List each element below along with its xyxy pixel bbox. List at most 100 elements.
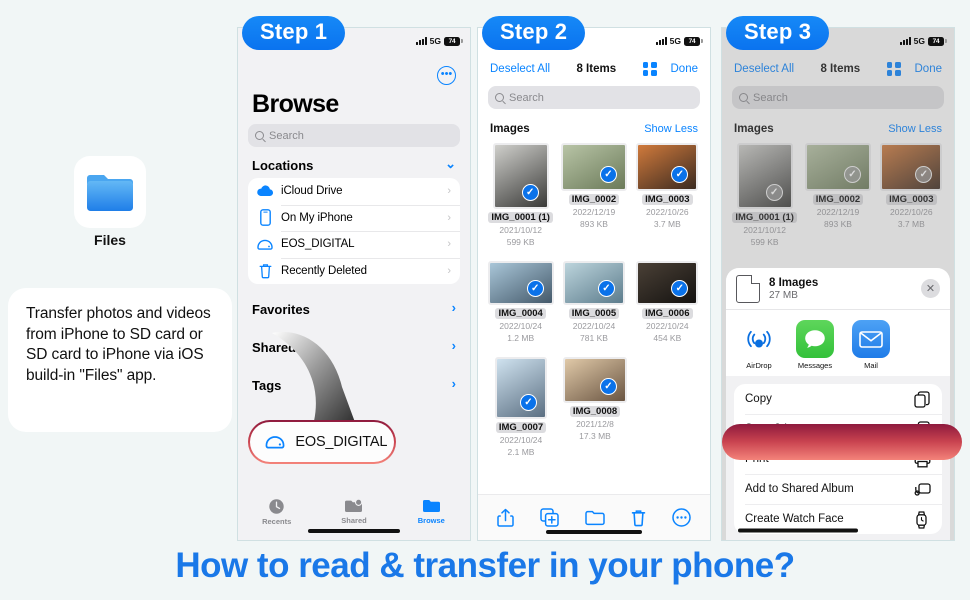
thumbnail-image[interactable]: ✓ bbox=[562, 261, 625, 305]
selected-checkmark-icon[interactable]: ✓ bbox=[526, 280, 544, 297]
eos-digital-highlight[interactable]: EOS_DIGITAL bbox=[248, 420, 396, 464]
external-drive-icon bbox=[256, 235, 274, 253]
share-app-label: Mail bbox=[864, 361, 878, 370]
share-app-airdrop[interactable]: AirDrop bbox=[738, 320, 780, 370]
chevron-down-icon[interactable]: ⌄ bbox=[445, 156, 456, 172]
file-thumbnail-item[interactable]: ✓ IMG_0002 2022/12/19 893 KB bbox=[557, 143, 630, 247]
home-indicator bbox=[546, 530, 642, 534]
chevron-right-icon[interactable]: › bbox=[452, 300, 456, 315]
file-date: 2022/12/19 bbox=[572, 207, 616, 217]
file-date: 2022/10/24 bbox=[646, 321, 689, 331]
grid-view-icon[interactable] bbox=[642, 62, 657, 76]
chevron-right-icon[interactable]: › bbox=[452, 376, 456, 391]
items-count-label: 8 Items bbox=[576, 63, 617, 75]
sidebar-item-icloud-drive[interactable]: iCloud Drive › bbox=[248, 178, 460, 205]
file-name: IMG_0004 bbox=[495, 308, 546, 319]
file-size: 893 KB bbox=[580, 219, 608, 229]
search-placeholder: Search bbox=[269, 129, 304, 142]
tab-shared[interactable]: Shared bbox=[315, 498, 392, 525]
file-thumbnail-item[interactable]: ✓ IMG_0005 2022/10/24 781 KB bbox=[557, 261, 630, 343]
airdrop-icon bbox=[740, 320, 778, 358]
selected-checkmark-icon[interactable]: ✓ bbox=[520, 394, 537, 411]
selected-checkmark-icon[interactable]: ✓ bbox=[599, 166, 617, 183]
more-options-button[interactable]: ••• bbox=[437, 66, 456, 85]
iphone-icon bbox=[256, 209, 274, 227]
file-size: 2.1 MB bbox=[507, 447, 535, 457]
file-size: 3.7 MB bbox=[653, 219, 681, 229]
share-sheet-header: 8 Images 27 MB ✕ bbox=[726, 268, 950, 310]
file-name: IMG_0007 bbox=[495, 422, 547, 433]
file-thumbnail-item[interactable]: ✓ IMG_0007 2022/10/24 2.1 MB bbox=[484, 357, 558, 457]
done-button[interactable]: Done bbox=[671, 63, 699, 75]
thumbnail-image[interactable]: ✓ bbox=[636, 261, 699, 305]
selected-checkmark-icon[interactable]: ✓ bbox=[521, 184, 539, 201]
file-name: IMG_0008 bbox=[569, 406, 621, 417]
search-input[interactable]: Search bbox=[488, 86, 700, 109]
chevron-right-icon: › bbox=[447, 185, 451, 198]
file-date: 2022/10/24 bbox=[499, 321, 542, 331]
thumbnail-image[interactable]: ✓ bbox=[495, 357, 547, 419]
file-thumbnail-item[interactable]: ✓ IMG_0006 2022/10/24 454 KB bbox=[631, 261, 704, 343]
tab-browse[interactable]: Browse bbox=[393, 498, 470, 525]
status-bar-2: 5G 74 bbox=[655, 36, 703, 46]
cloud-icon bbox=[256, 182, 274, 200]
selected-checkmark-icon[interactable]: ✓ bbox=[600, 378, 617, 395]
file-thumbnail-item[interactable]: ✓ IMG_0003 2022/10/26 3.7 MB bbox=[631, 143, 704, 247]
selected-checkmark-icon[interactable]: ✓ bbox=[597, 280, 615, 297]
page-headline: How to read & transfer in your phone? bbox=[175, 546, 795, 585]
file-size: 17.3 MB bbox=[579, 431, 611, 441]
file-date: 2022/10/24 bbox=[499, 435, 543, 445]
thumbnail-grid: ✓ IMG_0001 (1) 2021/10/12 599 KB ✓ IMG_0002 20… bbox=[478, 143, 710, 457]
trash-icon[interactable] bbox=[631, 509, 646, 527]
file-name: IMG_0003 bbox=[642, 194, 693, 205]
photo-preview bbox=[562, 145, 625, 189]
thumbnail-image[interactable]: ✓ bbox=[636, 143, 699, 191]
clock-icon bbox=[269, 499, 284, 514]
search-input[interactable]: Search bbox=[248, 124, 460, 147]
pointer-swoosh bbox=[272, 331, 356, 425]
page-title: Browse bbox=[252, 90, 339, 118]
thumbnail-image[interactable]: ✓ bbox=[563, 357, 627, 403]
file-size: 599 KB bbox=[506, 237, 535, 247]
more-icon[interactable] bbox=[672, 508, 691, 527]
signal-icon bbox=[899, 37, 911, 45]
thumbnail-image[interactable]: ✓ bbox=[492, 143, 549, 209]
thumbnail-image[interactable]: ✓ bbox=[560, 143, 627, 191]
file-thumbnail-item[interactable]: ✓ IMG_0004 2022/10/24 1.2 MB bbox=[484, 261, 557, 343]
external-drive-icon bbox=[265, 436, 285, 449]
share-action-label: Add to Shared Album bbox=[745, 483, 854, 495]
share-title: 8 Images bbox=[769, 276, 819, 289]
file-thumbnail-item[interactable]: ✓ IMG_0001 (1) 2021/10/12 599 KB bbox=[484, 143, 557, 247]
save-images-highlight[interactable] bbox=[722, 424, 962, 460]
photo-preview bbox=[494, 145, 547, 207]
share-app-mail[interactable]: Mail bbox=[850, 320, 892, 370]
file-size: 454 KB bbox=[653, 333, 682, 343]
sidebar-item-recently-deleted[interactable]: Recently Deleted › bbox=[248, 257, 460, 285]
tab-recents[interactable]: Recents bbox=[238, 498, 315, 526]
battery-icon: 74 bbox=[684, 36, 703, 46]
messages-icon bbox=[796, 320, 834, 358]
share-app-messages[interactable]: Messages bbox=[794, 320, 836, 370]
tab-label: Browse bbox=[417, 516, 445, 525]
share-action-add-to-shared-album[interactable]: Add to Shared Album bbox=[734, 474, 942, 504]
trash-icon bbox=[256, 262, 274, 280]
show-less-button[interactable]: Show Less bbox=[644, 123, 698, 135]
search-placeholder: Search bbox=[509, 91, 544, 104]
thumbnail-image[interactable]: ✓ bbox=[487, 261, 554, 305]
close-icon[interactable]: ✕ bbox=[921, 279, 940, 298]
thumbnail-row: ✓ IMG_0007 2022/10/24 2.1 MB ✓ IMG_0008 2021/1… bbox=[478, 357, 710, 457]
share-icon[interactable] bbox=[497, 508, 514, 527]
chevron-right-icon[interactable]: › bbox=[452, 338, 456, 353]
status-bar-3: 5G 74 bbox=[899, 36, 947, 46]
share-apps-row: AirDrop Messages Mail bbox=[726, 310, 950, 376]
sidebar-item-on-my-iphone[interactable]: On My iPhone › bbox=[248, 204, 460, 232]
file-thumbnail-item[interactable]: ✓ IMG_0008 2021/12/8 17.3 MB bbox=[558, 357, 632, 457]
duplicate-icon[interactable] bbox=[540, 508, 559, 527]
watch-icon bbox=[914, 510, 931, 529]
sidebar-item-eos-digital[interactable]: EOS_DIGITAL › bbox=[248, 231, 460, 258]
deselect-all-button[interactable]: Deselect All bbox=[490, 63, 550, 75]
share-action-label: Create Watch Face bbox=[745, 513, 844, 525]
move-to-folder-icon[interactable] bbox=[585, 510, 605, 526]
share-action-copy[interactable]: Copy bbox=[734, 384, 942, 414]
search-icon bbox=[495, 93, 504, 102]
